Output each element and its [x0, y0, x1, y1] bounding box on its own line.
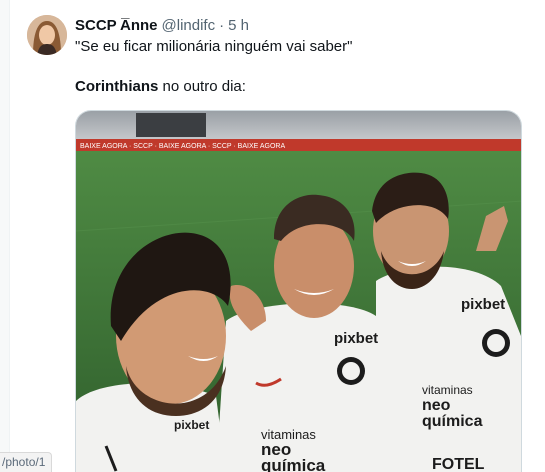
tweet-text-caption: Corinthians no outro dia:: [75, 78, 246, 95]
caption-bold: Corinthians: [75, 78, 159, 95]
right-shirt-bottom-text: FOTEL: [432, 456, 485, 472]
ad-banner-text: BAIXE AGORA · SCCP · BAIXE AGORA · SCCP …: [80, 143, 285, 150]
tweet-header: SCCP A̅nne @lindifc · 5 h: [75, 15, 249, 35]
status-bar-url: /photo/1: [0, 452, 53, 472]
tweet-photo[interactable]: BAIXE AGORA · SCCP · BAIXE AGORA · SCCP …: [75, 110, 522, 472]
tweet[interactable]: SCCP A̅nne @lindifc · 5 h "Se eu ficar m…: [18, 0, 545, 472]
left-shirt-sponsor: pixbet: [174, 418, 209, 432]
right-shirt-sponsor: pixbet: [461, 296, 505, 313]
tweet-text-quote: "Se eu ficar milionária ninguém vai sabe…: [75, 38, 353, 55]
right-shirt-brand-1: vitaminas: [422, 383, 473, 397]
avatar[interactable]: [27, 15, 67, 55]
user-handle[interactable]: @lindifc: [162, 17, 216, 34]
separator-dot: ·: [219, 16, 225, 34]
middle-shirt-sponsor: pixbet: [334, 330, 378, 347]
caption-rest: no outro dia:: [158, 78, 246, 95]
timestamp[interactable]: 5 h: [228, 17, 249, 34]
middle-shirt-brand-3: química: [261, 456, 326, 472]
right-shirt-brand-2: neo: [422, 397, 451, 414]
right-shirt-brand-3: química: [422, 413, 483, 430]
display-name[interactable]: SCCP A̅nne: [75, 17, 158, 34]
timeline-left-edge: [0, 0, 10, 472]
avatar-image: [27, 15, 67, 55]
photo-illustration: BAIXE AGORA · SCCP · BAIXE AGORA · SCCP …: [76, 111, 521, 472]
